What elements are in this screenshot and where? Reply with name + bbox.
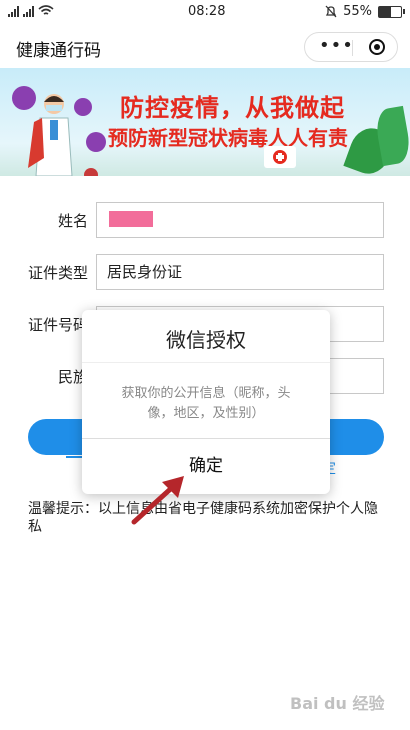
banner-headline: 防控疫情，从我做起 xyxy=(120,94,345,122)
name-label: 姓名 xyxy=(57,212,88,230)
dialog-title: 微信授权 xyxy=(166,328,246,352)
signal-icon-secondary xyxy=(23,5,34,17)
status-left xyxy=(8,5,54,17)
authorization-dialog: 微信授权 获取你的公开信息（昵称，头像，地区，及性别） 确定 xyxy=(82,310,330,494)
more-options-icon[interactable]: ••• xyxy=(319,37,354,55)
capsule-divider xyxy=(352,40,353,56)
title-bar: 健康通行码 ••• xyxy=(0,24,410,68)
name-field[interactable] xyxy=(96,202,384,238)
banner: 防控疫情，从我做起 预防新型冠状病毒人人有责 xyxy=(0,68,410,176)
redacted-name xyxy=(109,211,153,227)
virus-icon xyxy=(84,168,98,176)
dialog-body: 获取你的公开信息（昵称，头像，地区，及性别） xyxy=(121,386,291,421)
watermark: Bai du 经验 xyxy=(290,694,385,713)
dialog-divider xyxy=(82,362,330,363)
mute-bell-icon xyxy=(325,5,337,18)
signal-icon xyxy=(8,5,19,17)
banner-subline: 预防新型冠状病毒人人有责 xyxy=(108,126,348,150)
privacy-hint: 温馨提示：以上信息由省电子健康码系统加密保护个人隐私 xyxy=(28,501,378,535)
id-number-label: 证件号码 xyxy=(27,316,88,334)
battery-icon xyxy=(378,5,405,18)
close-target-icon[interactable] xyxy=(369,39,385,55)
status-time: 08:28 xyxy=(188,4,226,19)
annotation-arrow-icon xyxy=(131,476,184,525)
status-right: 55% xyxy=(325,4,405,19)
status-bar: 08:28 55% xyxy=(0,0,410,24)
page-title: 健康通行码 xyxy=(16,41,101,61)
doctor-illustration xyxy=(28,94,73,176)
virus-icon xyxy=(86,132,106,152)
id-type-select[interactable]: 居民身份证 xyxy=(96,254,384,290)
medical-kit-icon xyxy=(264,146,296,168)
mini-program-capsule: ••• xyxy=(304,32,398,62)
battery-percent: 55% xyxy=(343,4,372,19)
wifi-icon xyxy=(38,5,54,15)
id-type-label: 证件类型 xyxy=(27,264,88,282)
ethnicity-label: 民族 xyxy=(57,368,88,386)
